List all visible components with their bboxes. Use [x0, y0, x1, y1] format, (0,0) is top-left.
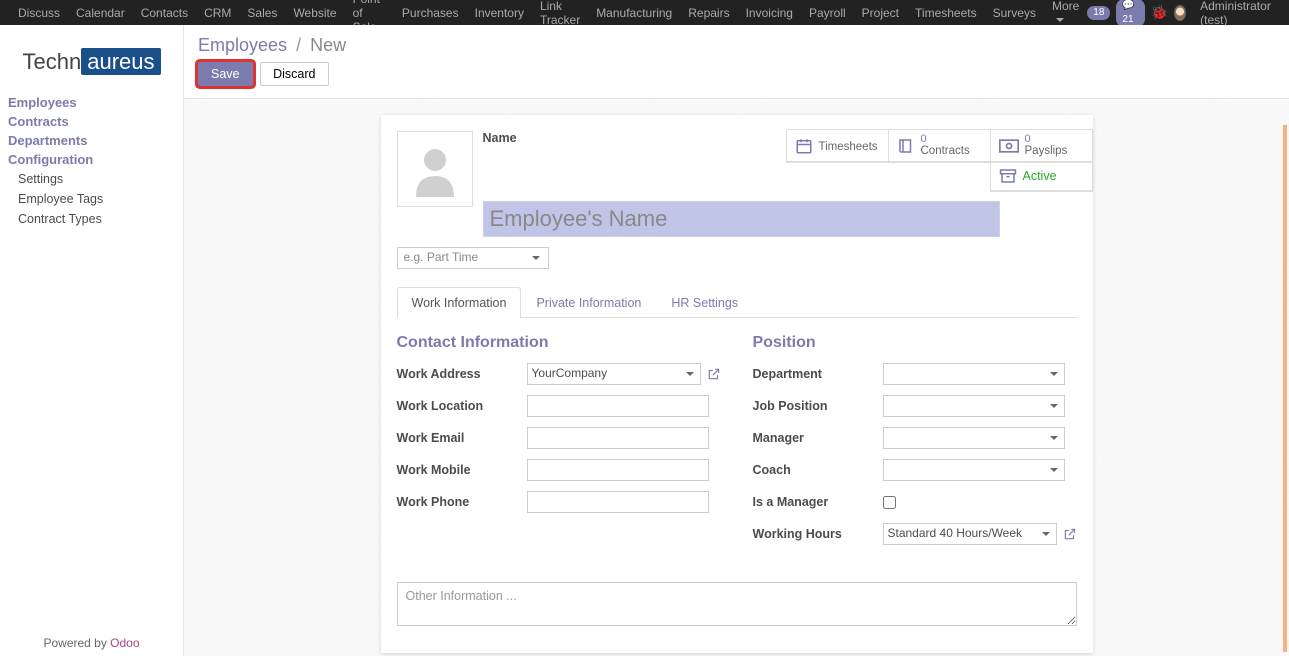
breadcrumb-current: New	[310, 35, 346, 55]
nav-calendar[interactable]: Calendar	[68, 6, 133, 20]
job-position-select[interactable]	[883, 395, 1065, 417]
form-sheet: Timesheets 0Contracts 0Payslips	[381, 115, 1093, 653]
breadcrumb-root[interactable]: Employees	[198, 35, 287, 55]
coach-select[interactable]	[883, 459, 1065, 481]
breadcrumb: Employees / New	[198, 35, 1275, 56]
sidebar-item-configuration[interactable]: Configuration	[8, 150, 175, 169]
sidebar: Technaureus Employees Contracts Departme…	[0, 25, 184, 656]
nav-project[interactable]: Project	[854, 6, 907, 20]
sidebar-item-contract-types[interactable]: Contract Types	[8, 209, 175, 229]
external-link-icon[interactable]	[1063, 527, 1077, 541]
archive-icon	[999, 168, 1017, 184]
label-work-location: Work Location	[397, 399, 527, 413]
debug-icon[interactable]: 🐞	[1151, 4, 1168, 21]
tab-hr-settings[interactable]: HR Settings	[656, 287, 753, 318]
sidebar-item-settings[interactable]: Settings	[8, 169, 175, 189]
label-coach: Coach	[753, 463, 883, 477]
tab-work-information[interactable]: Work Information	[397, 287, 522, 318]
stat-contracts[interactable]: 0Contracts	[889, 130, 991, 162]
book-icon	[897, 137, 915, 155]
section-position: Position	[753, 334, 1077, 352]
sidebar-item-contracts[interactable]: Contracts	[8, 112, 175, 131]
label-working-hours: Working Hours	[753, 527, 883, 541]
label-work-mobile: Work Mobile	[397, 463, 527, 477]
label-work-address: Work Address	[397, 367, 527, 381]
topbar-badge-2[interactable]: 💬21	[1116, 0, 1144, 27]
stat-timesheets[interactable]: Timesheets	[787, 130, 889, 162]
nav-payroll[interactable]: Payroll	[801, 6, 854, 20]
nav-website[interactable]: Website	[285, 6, 344, 20]
other-information-input[interactable]	[397, 582, 1077, 626]
manager-select[interactable]	[883, 427, 1065, 449]
discard-button[interactable]: Discard	[260, 62, 328, 86]
nav-repairs[interactable]: Repairs	[680, 6, 737, 20]
work-phone-input[interactable]	[527, 491, 709, 513]
calendar-icon	[795, 137, 813, 155]
nav-linktracker[interactable]: Link Tracker	[532, 0, 588, 27]
department-select[interactable]	[883, 363, 1065, 385]
section-contact-information: Contact Information	[397, 334, 721, 352]
odoo-link[interactable]: Odoo	[110, 636, 139, 650]
label-work-email: Work Email	[397, 431, 527, 445]
label-manager: Manager	[753, 431, 883, 445]
work-address-select[interactable]: YourCompany	[527, 363, 701, 385]
label-is-manager: Is a Manager	[753, 495, 883, 509]
nav-surveys[interactable]: Surveys	[985, 6, 1044, 20]
sidebar-item-employees[interactable]: Employees	[8, 93, 175, 112]
work-location-input[interactable]	[527, 395, 709, 417]
save-button[interactable]: Save	[198, 62, 253, 86]
stat-payslips[interactable]: 0Payslips	[991, 130, 1093, 162]
control-panel: Employees / New Save Discard	[184, 25, 1289, 99]
nav-manufacturing[interactable]: Manufacturing	[588, 6, 680, 20]
work-mobile-input[interactable]	[527, 459, 709, 481]
top-navbar: Discuss Calendar Contacts CRM Sales Webs…	[0, 0, 1289, 25]
employee-photo[interactable]	[397, 131, 473, 207]
nav-sales[interactable]: Sales	[239, 6, 285, 20]
tab-private-information[interactable]: Private Information	[521, 287, 656, 318]
nav-inventory[interactable]: Inventory	[467, 6, 532, 20]
nav-contacts[interactable]: Contacts	[133, 6, 196, 20]
work-email-input[interactable]	[527, 427, 709, 449]
user-menu[interactable]: Administrator (test)	[1192, 0, 1279, 27]
external-link-icon[interactable]	[707, 367, 721, 381]
label-department: Department	[753, 367, 883, 381]
nav-invoicing[interactable]: Invoicing	[738, 6, 801, 20]
breadcrumb-sep: /	[296, 35, 301, 55]
topbar-badge-1[interactable]: 18	[1087, 6, 1110, 20]
avatar-icon[interactable]	[1174, 5, 1186, 21]
powered-by: Powered by Odoo	[0, 636, 183, 650]
nav-timesheets[interactable]: Timesheets	[907, 6, 985, 20]
is-manager-checkbox[interactable]	[883, 496, 896, 509]
tabs: Work Information Private Information HR …	[397, 287, 1077, 318]
sidebar-item-departments[interactable]: Departments	[8, 131, 175, 150]
brand-logo: Technaureus	[0, 49, 183, 75]
stat-active[interactable]: Active	[991, 161, 1093, 191]
working-hours-select[interactable]: Standard 40 Hours/Week	[883, 523, 1057, 545]
nav-more[interactable]: More	[1044, 0, 1087, 27]
label-job-position: Job Position	[753, 399, 883, 413]
sidebar-item-employee-tags[interactable]: Employee Tags	[8, 189, 175, 209]
money-icon	[999, 139, 1019, 153]
nav-purchases[interactable]: Purchases	[394, 6, 467, 20]
label-work-phone: Work Phone	[397, 495, 527, 509]
nav-crm[interactable]: CRM	[196, 6, 239, 20]
nav-discuss[interactable]: Discuss	[10, 6, 68, 20]
tags-select[interactable]: e.g. Part Time	[397, 247, 549, 269]
